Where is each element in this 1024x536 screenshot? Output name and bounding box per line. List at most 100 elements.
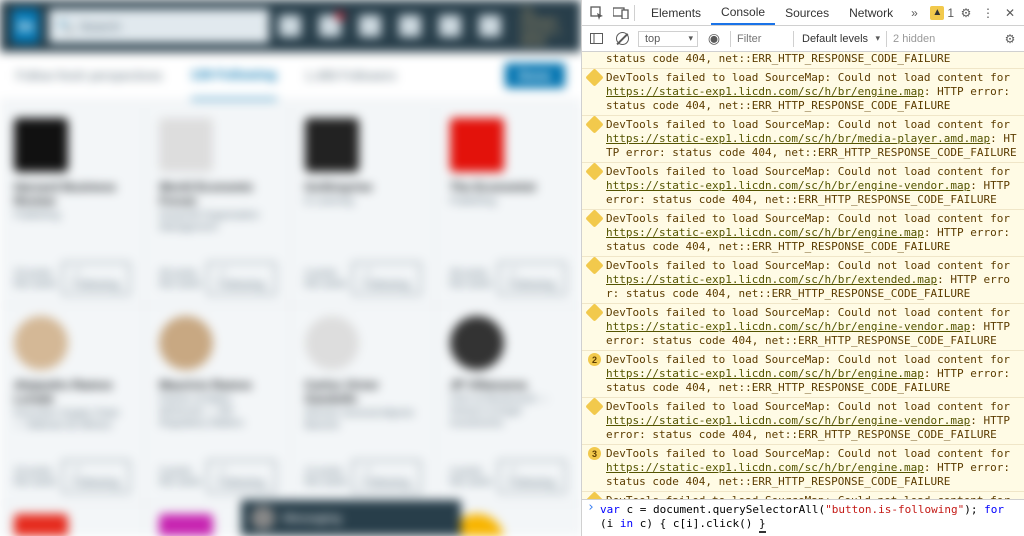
warning-icon xyxy=(585,256,603,274)
following-button[interactable]: ✓ Following xyxy=(498,262,566,295)
warning-icon xyxy=(585,303,603,321)
avatar xyxy=(14,316,68,370)
devtools-tabbar: ElementsConsoleSourcesNetwork » ▲ 1 ⚙ ⋮ … xyxy=(582,0,1024,26)
follow-tabbar: Follow fresh perspectives 139 Following … xyxy=(0,52,581,100)
notifications-icon[interactable] xyxy=(439,15,461,37)
follow-card[interactable]: JP VillanuevaCEO at Monteverdi — Venture… xyxy=(436,306,581,504)
kebab-menu-icon[interactable]: ⋮ xyxy=(978,6,998,20)
console-warning-message: DevTools failed to load SourceMap: Could… xyxy=(582,116,1024,163)
console-settings-icon[interactable]: ⚙ xyxy=(1000,29,1020,49)
devtools-tab-elements[interactable]: Elements xyxy=(641,0,711,25)
console-warning-message: 2DevTools failed to load SourceMap: Coul… xyxy=(582,351,1024,398)
hidden-count[interactable]: 2 hidden xyxy=(893,33,935,45)
warning-icon: 3 xyxy=(588,447,601,460)
devtools-panel: ElementsConsoleSourcesNetwork » ▲ 1 ⚙ ⋮ … xyxy=(581,0,1024,536)
tab-following[interactable]: 139 Following xyxy=(191,52,277,100)
search-placeholder: Search xyxy=(79,19,120,34)
sourcemap-url-link[interactable]: https://static-exp1.licdn.com/sc/h/br/me… xyxy=(606,132,990,145)
jobs-icon[interactable] xyxy=(359,15,381,37)
me-icon[interactable] xyxy=(479,15,501,37)
premium-text[interactable]: Try Premium Free for 1 Month xyxy=(521,6,569,46)
console-warning-message: DevTools failed to load SourceMap: Could… xyxy=(582,304,1024,351)
log-levels-selector[interactable]: Default levels xyxy=(800,33,880,45)
sourcemap-url-link[interactable]: https://static-exp1.licdn.com/sc/h/br/en… xyxy=(606,461,924,474)
console-warning-message: DevTools failed to load SourceMap: Could… xyxy=(582,69,1024,116)
avatar xyxy=(159,118,213,172)
more-tabs-icon[interactable]: » xyxy=(905,6,924,20)
following-button[interactable]: ✓ Following xyxy=(207,262,275,295)
tab-followers[interactable]: 1,489 Followers xyxy=(305,52,397,100)
follow-grid: Harvard Business ReviewPublishing23 post… xyxy=(0,100,581,536)
follow-card[interactable]: Carlos Victor GandolfoDirector General A… xyxy=(291,306,436,504)
warning-icon xyxy=(585,397,603,415)
sourcemap-url-link[interactable]: https://static-exp1.licdn.com/sc/h/br/en… xyxy=(606,226,924,239)
settings-gear-icon[interactable]: ⚙ xyxy=(956,6,976,20)
console-toolbar: top ◉ Default levels 2 hidden ⚙ xyxy=(582,26,1024,52)
warning-count: 1 xyxy=(947,6,954,20)
close-devtools-icon[interactable]: ✕ xyxy=(1000,6,1020,20)
avatar xyxy=(251,506,275,530)
warning-icon xyxy=(585,162,603,180)
warning-icon xyxy=(585,491,603,499)
console-log[interactable]: status code 404, net::ERR_HTTP_RESPONSE_… xyxy=(582,52,1024,499)
avatar xyxy=(450,118,504,172)
sourcemap-url-link[interactable]: https://static-exp1.licdn.com/sc/h/br/en… xyxy=(606,320,970,333)
tab-perspectives[interactable]: Follow fresh perspectives xyxy=(16,52,163,100)
console-warning-message: DevTools failed to load SourceMap: Could… xyxy=(582,210,1024,257)
following-button[interactable]: ✓ Following xyxy=(62,460,130,493)
devtools-tab-console[interactable]: Console xyxy=(711,0,775,25)
device-toolbar-icon[interactable] xyxy=(610,2,632,24)
sidebar-toggle-icon[interactable] xyxy=(586,29,606,49)
following-button[interactable]: ✓ Following xyxy=(62,262,130,295)
home-icon[interactable] xyxy=(279,15,301,37)
inspect-element-icon[interactable] xyxy=(586,2,608,24)
messaging-bar[interactable]: Messaging xyxy=(241,500,461,536)
warning-icon: 2 xyxy=(588,353,601,366)
avatar xyxy=(450,316,504,370)
done-button[interactable]: Done xyxy=(505,63,566,88)
search-input[interactable]: 🔍 Search xyxy=(49,9,269,43)
devtools-tab-network[interactable]: Network xyxy=(839,0,903,25)
console-input[interactable]: var c = document.querySelectorAll("butto… xyxy=(582,499,1024,536)
console-warning-message: DevTools failed to load SourceMap: Could… xyxy=(582,257,1024,304)
warning-icon xyxy=(585,115,603,133)
follow-card[interactable]: Alejandro Ramos LoradeExecutive Supply C… xyxy=(0,306,145,504)
avatar xyxy=(305,316,359,370)
following-button[interactable]: ✓ Following xyxy=(352,460,420,493)
context-selector[interactable]: top xyxy=(638,31,698,47)
sourcemap-url-link[interactable]: https://static-exp1.licdn.com/sc/h/br/en… xyxy=(606,367,924,380)
filter-input[interactable] xyxy=(737,33,787,45)
warning-icon xyxy=(585,68,603,86)
sourcemap-url-link[interactable]: https://static-exp1.licdn.com/sc/h/br/en… xyxy=(606,414,970,427)
sourcemap-url-link[interactable]: https://static-exp1.licdn.com/sc/h/br/ex… xyxy=(606,273,937,286)
messaging-icon[interactable] xyxy=(399,15,421,37)
console-warning-message: DevTools failed to load SourceMap: Could… xyxy=(582,398,1024,445)
linkedin-page-blurred: in 🔍 Search Try Premium Free for 1 Month… xyxy=(0,0,581,536)
linkedin-logo-icon[interactable]: in xyxy=(12,9,39,43)
network-icon[interactable] xyxy=(319,15,341,37)
following-button[interactable]: ✓ Following xyxy=(207,460,275,493)
avatar xyxy=(14,514,68,536)
following-button[interactable]: ✓ Following xyxy=(498,460,566,493)
warning-triangle-icon: ▲ xyxy=(930,6,944,20)
follow-card[interactable]: Harvard Business ReviewPublishing23 post… xyxy=(0,108,145,306)
avatar xyxy=(305,118,359,172)
follow-card[interactable]: Mauricio RamosPartner at Baker McKenzie … xyxy=(145,306,290,504)
devtools-tab-sources[interactable]: Sources xyxy=(775,0,839,25)
follow-card[interactable]: World Economic ForumNonprofit Organizati… xyxy=(145,108,290,306)
follow-card[interactable]: TED xyxy=(0,504,145,536)
live-expression-icon[interactable]: ◉ xyxy=(704,29,724,49)
console-warning-message: 3DevTools failed to load SourceMap: Coul… xyxy=(582,445,1024,492)
console-warning-message: DevTools failed to load SourceMap: Could… xyxy=(582,163,1024,210)
sourcemap-url-link[interactable]: https://static-exp1.licdn.com/sc/h/br/en… xyxy=(606,179,970,192)
warning-badge[interactable]: ▲ 1 xyxy=(930,6,954,20)
sourcemap-url-link[interactable]: https://static-exp1.licdn.com/sc/h/br/en… xyxy=(606,85,924,98)
search-icon: 🔍 xyxy=(57,18,73,34)
following-button[interactable]: ✓ Following xyxy=(352,262,420,295)
clear-console-icon[interactable] xyxy=(612,29,632,49)
warning-icon xyxy=(585,209,603,227)
console-warning-message: DevTools failed to load SourceMap: Could… xyxy=(582,492,1024,499)
nav-icons xyxy=(279,15,501,37)
follow-card[interactable]: The EconomistPublishing36 posts this wee… xyxy=(436,108,581,306)
follow-card[interactable]: GoStrayriseE-Learning4 posts this week✓ … xyxy=(291,108,436,306)
